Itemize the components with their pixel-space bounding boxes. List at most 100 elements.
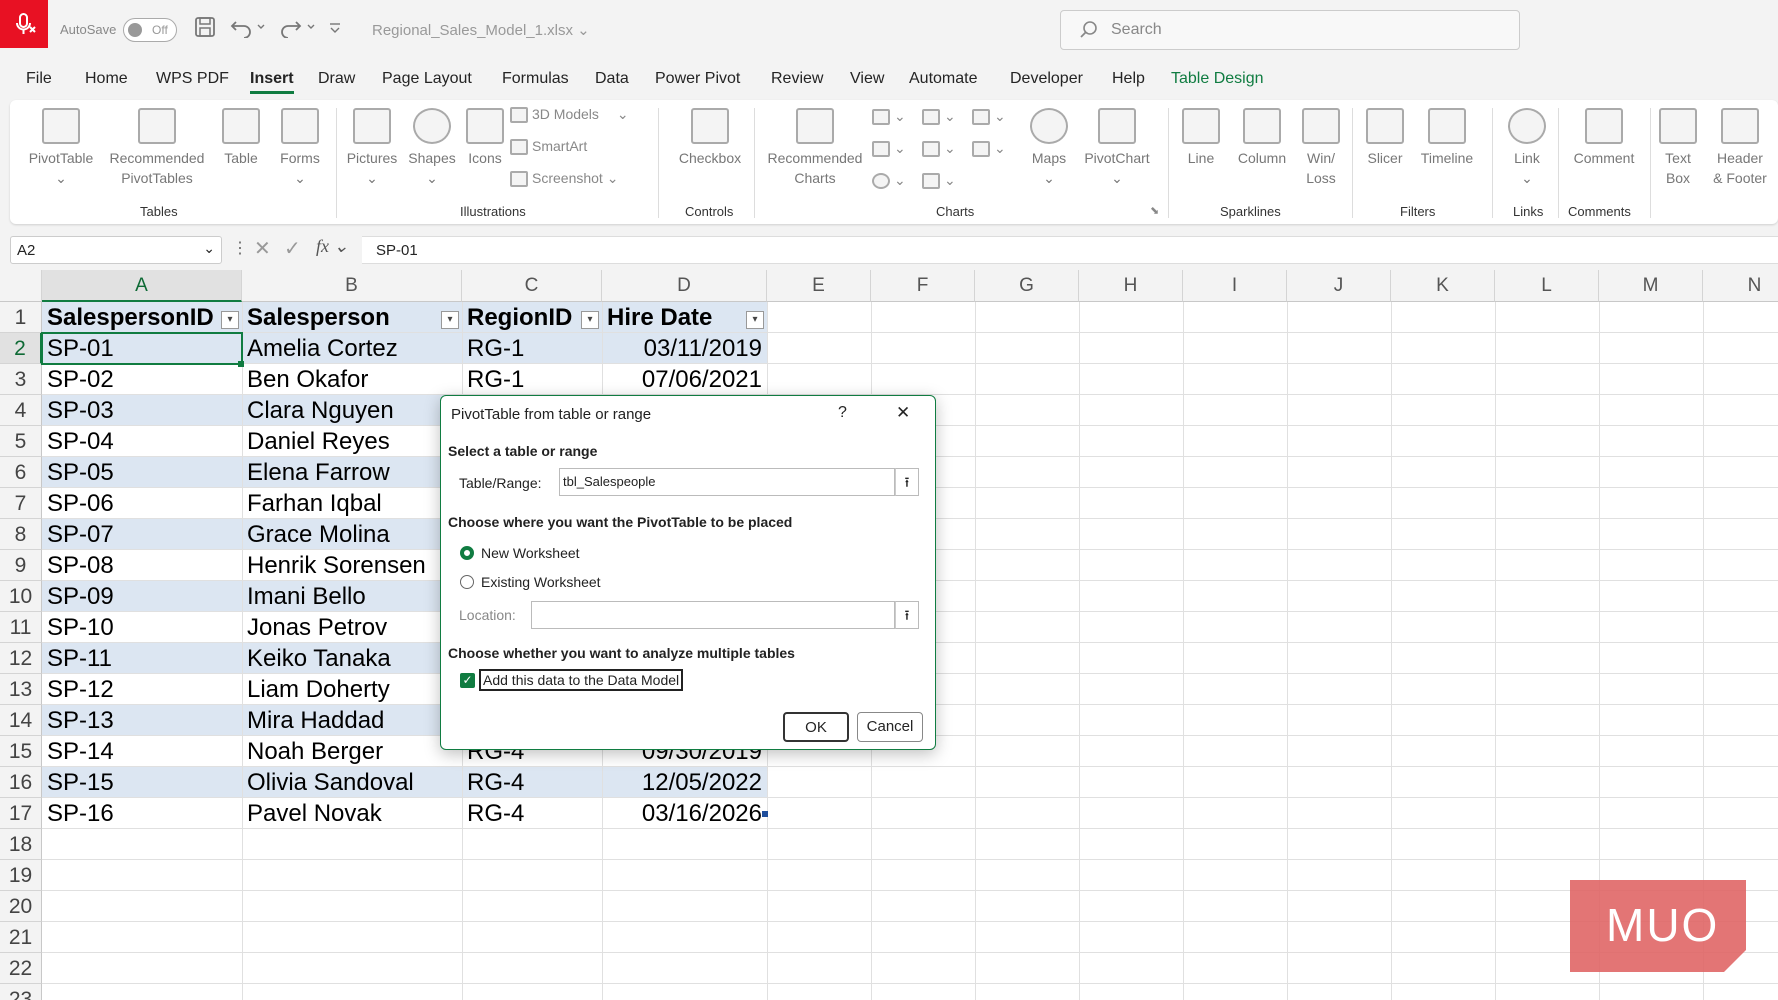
salesperson-id-cell[interactable]: SP-06 (42, 488, 242, 519)
salesperson-name-cell[interactable]: Clara Nguyen (242, 395, 462, 426)
hire-date-cell[interactable]: 12/05/2022 (602, 767, 767, 798)
salesperson-id-cell[interactable]: SP-14 (42, 736, 242, 767)
timeline-button[interactable]: Timeline (1412, 108, 1482, 168)
salesperson-id-cell[interactable]: SP-16 (42, 798, 242, 829)
cancel-button[interactable]: Cancel (857, 712, 923, 742)
table-resize-handle[interactable] (762, 811, 768, 817)
salesperson-id-cell[interactable]: SP-03 (42, 395, 242, 426)
hire-date-cell[interactable]: 07/06/2021 (602, 364, 767, 395)
salesperson-name-cell[interactable]: Amelia Cortez (242, 333, 462, 364)
column-header-m[interactable]: M (1599, 270, 1703, 302)
row-header-18[interactable]: 18 (0, 829, 42, 860)
salesperson-id-cell[interactable]: SP-05 (42, 457, 242, 488)
row-header-2[interactable]: 2 (0, 333, 42, 364)
salesperson-name-cell[interactable]: Pavel Novak (242, 798, 462, 829)
close-icon[interactable]: ✕ (896, 403, 910, 423)
tab-view[interactable]: View (850, 70, 884, 88)
column-header-a[interactable]: A (42, 270, 242, 302)
row-header-5[interactable]: 5 (0, 426, 42, 457)
tab-table-design[interactable]: Table Design (1171, 70, 1264, 88)
column-header-i[interactable]: I (1183, 270, 1287, 302)
shapes-button[interactable]: Shapes ⌄ (402, 108, 462, 188)
sparkline-line-button[interactable]: Line (1176, 108, 1226, 168)
microphone-off-icon[interactable] (0, 0, 48, 48)
new-worksheet-radio[interactable] (460, 546, 474, 560)
comment-button[interactable]: Comment (1566, 108, 1642, 168)
column-header-l[interactable]: L (1495, 270, 1599, 302)
tab-file[interactable]: File (26, 70, 52, 88)
salesperson-id-cell[interactable]: SP-15 (42, 767, 242, 798)
icons-button[interactable]: Icons (460, 108, 510, 168)
row-header-4[interactable]: 4 (0, 395, 42, 426)
row-header-7[interactable]: 7 (0, 488, 42, 519)
column-header-j[interactable]: J (1287, 270, 1391, 302)
table-header-cell[interactable]: Hire Date (602, 302, 767, 333)
region-id-cell[interactable]: RG-4 (462, 798, 602, 829)
undo-icon[interactable] (230, 16, 266, 44)
hierarchy-chart-button[interactable]: ⌄ (922, 108, 956, 126)
statistic-chart-button[interactable]: ⌄ (922, 140, 956, 158)
row-header-9[interactable]: 9 (0, 550, 42, 581)
row-header-10[interactable]: 10 (0, 581, 42, 612)
search-box[interactable]: Search (1060, 10, 1520, 50)
3d-models-button[interactable]: 3D Models ⌄ (510, 106, 629, 124)
salesperson-name-cell[interactable]: Keiko Tanaka (242, 643, 462, 674)
row-header-6[interactable]: 6 (0, 457, 42, 488)
table-range-input[interactable]: tbl_Salespeople (559, 468, 895, 496)
region-id-cell[interactable]: RG-1 (462, 333, 602, 364)
column-header-g[interactable]: G (975, 270, 1079, 302)
salesperson-id-cell[interactable]: SP-13 (42, 705, 242, 736)
salesperson-name-cell[interactable]: Ben Okafor (242, 364, 462, 395)
link-button[interactable]: Link ⌄ (1502, 108, 1552, 188)
cancel-entry-icon[interactable]: ✕ (254, 236, 271, 261)
maps-button[interactable]: Maps ⌄ (1024, 108, 1074, 188)
forms-button[interactable]: Forms ⌄ (272, 108, 328, 188)
tab-insert[interactable]: Insert (250, 70, 294, 94)
salesperson-id-cell[interactable]: SP-09 (42, 581, 242, 612)
salesperson-name-cell[interactable]: Farhan Iqbal (242, 488, 462, 519)
column-header-f[interactable]: F (871, 270, 975, 302)
table-header-cell[interactable]: SalespersonID (42, 302, 242, 333)
data-model-checkbox[interactable]: ✓ (460, 673, 475, 688)
header-footer-button[interactable]: Header & Footer (1706, 108, 1774, 188)
scatter-chart-button[interactable]: ⌄ (922, 172, 956, 190)
row-header-3[interactable]: 3 (0, 364, 42, 395)
line-chart-button[interactable]: ⌄ (872, 140, 906, 158)
pie-chart-button[interactable]: ⌄ (872, 172, 906, 190)
tab-formulas[interactable]: Formulas (502, 70, 569, 88)
column-header-d[interactable]: D (602, 270, 767, 302)
salesperson-id-cell[interactable]: SP-07 (42, 519, 242, 550)
row-header-12[interactable]: 12 (0, 643, 42, 674)
tab-power-pivot[interactable]: Power Pivot (655, 70, 740, 88)
pivottable-button[interactable]: PivotTable ⌄ (26, 108, 96, 188)
salesperson-name-cell[interactable]: Noah Berger (242, 736, 462, 767)
data-model-label[interactable]: Add this data to the Data Model (479, 669, 684, 691)
salesperson-id-cell[interactable]: SP-11 (42, 643, 242, 674)
salesperson-name-cell[interactable]: Daniel Reyes (242, 426, 462, 457)
column-chart-button[interactable]: ⌄ (872, 108, 906, 126)
salesperson-name-cell[interactable]: Imani Bello (242, 581, 462, 612)
redo-icon[interactable] (280, 16, 316, 44)
row-header-14[interactable]: 14 (0, 705, 42, 736)
row-header-16[interactable]: 16 (0, 767, 42, 798)
screenshot-button[interactable]: Screenshot ⌄ (510, 170, 618, 188)
column-header-h[interactable]: H (1079, 270, 1183, 302)
tab-draw[interactable]: Draw (318, 70, 355, 88)
hire-date-cell[interactable]: 03/11/2019 (602, 333, 767, 364)
row-header-19[interactable]: 19 (0, 860, 42, 891)
region-id-cell[interactable]: RG-4 (462, 767, 602, 798)
salesperson-id-cell[interactable]: SP-08 (42, 550, 242, 581)
tab-help[interactable]: Help (1112, 70, 1145, 88)
table-header-cell[interactable]: Salesperson (242, 302, 462, 333)
tab-developer[interactable]: Developer (1010, 70, 1083, 88)
smartart-button[interactable]: SmartArt (510, 138, 587, 156)
charts-dialog-launcher-icon[interactable]: ⬊ (1150, 204, 1159, 217)
insert-function-icon[interactable]: fx ⌄ (316, 236, 349, 257)
tab-wps-pdf[interactable]: WPS PDF (156, 70, 229, 88)
filter-dropdown-icon[interactable]: ▾ (746, 311, 764, 329)
hire-date-cell[interactable]: 03/16/2026 (602, 798, 767, 829)
text-box-button[interactable]: Text Box (1656, 108, 1700, 188)
save-icon[interactable] (194, 16, 216, 44)
salesperson-id-cell[interactable]: SP-12 (42, 674, 242, 705)
row-header-23[interactable]: 23 (0, 984, 42, 1000)
